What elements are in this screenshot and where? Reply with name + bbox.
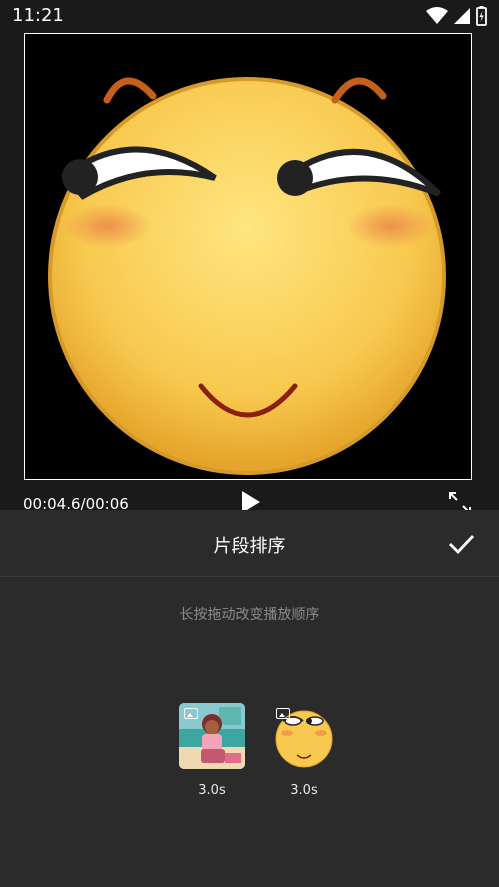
image-badge-icon [184,708,198,719]
video-preview-area: 00:04.6/00:06 [0,33,499,514]
smiley-emoji-image [48,77,446,475]
clip-thumbnail[interactable] [179,703,245,769]
signal-icon [454,8,470,24]
status-bar: 11:21 [0,0,499,33]
sheet-header: 片段排序 [0,510,499,577]
clip-duration: 3.0s [290,783,318,798]
status-time: 11:21 [12,5,64,26]
clip-item[interactable]: 3.0s [179,703,245,798]
status-icons [426,6,487,26]
drag-hint: 长按拖动改变播放顺序 [179,607,320,623]
clip-thumbnail[interactable] [271,703,337,769]
image-badge-icon [276,708,290,719]
video-frame[interactable] [24,33,472,480]
confirm-button[interactable] [447,530,475,558]
check-icon [449,535,475,555]
sheet-title: 片段排序 [213,536,286,557]
clip-order-sheet: 片段排序 长按拖动改变播放顺序 3.0s 3.0s [0,510,499,887]
clip-item[interactable]: 3.0s [271,703,337,798]
wifi-icon [426,7,448,24]
battery-icon [476,6,487,26]
clip-duration: 3.0s [198,783,226,798]
